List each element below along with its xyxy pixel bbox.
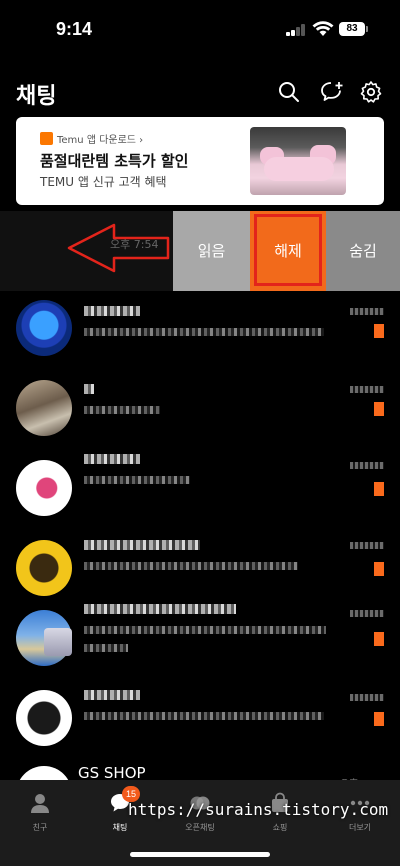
status-time: 9:14 <box>56 19 93 39</box>
ad-brand-row: Temu 앱 다운로드 › <box>40 131 143 146</box>
ad-banner[interactable]: Temu 앱 다운로드 › 품절대란템 초특가 할인 TEMU 앱 신규 고객 … <box>16 117 384 205</box>
chat-list-item[interactable] <box>0 292 400 372</box>
search-icon <box>279 82 299 102</box>
temu-logo-icon <box>40 132 53 145</box>
hide-button[interactable]: 숨김 <box>326 211 400 291</box>
person-icon <box>31 794 49 813</box>
avatar <box>16 460 72 516</box>
wifi-icon <box>312 21 334 36</box>
tab-label: 쇼핑 <box>272 823 288 832</box>
chat-list-item[interactable] <box>0 372 400 452</box>
ad-product-image <box>250 127 346 195</box>
chat-list-item[interactable] <box>0 682 400 762</box>
highlight-box <box>254 214 322 286</box>
page-title: 채팅 <box>16 84 57 109</box>
status-bar: 9:14 83 <box>0 0 400 58</box>
avatar <box>16 380 72 436</box>
avatar <box>16 300 72 356</box>
left-arrow-annotation-icon <box>67 223 170 273</box>
tab-label: 친구 <box>32 823 48 832</box>
ad-subtitle: TEMU 앱 신규 고객 혜택 <box>40 175 167 189</box>
avatar-secondary <box>44 628 72 656</box>
mark-read-button[interactable]: 읽음 <box>173 211 250 291</box>
avatar <box>16 690 72 746</box>
chat-list-item[interactable] <box>0 532 400 612</box>
chat-list-item[interactable] <box>0 452 400 532</box>
avatar <box>16 540 72 596</box>
home-indicator[interactable] <box>130 852 270 857</box>
settings-button[interactable] <box>359 80 383 104</box>
tab-label: 오픈채팅 <box>185 823 215 832</box>
tab-label: 채팅 <box>112 823 128 832</box>
new-chat-button[interactable] <box>320 80 344 104</box>
signal-icon <box>286 24 306 36</box>
search-button[interactable] <box>277 80 301 104</box>
gear-icon <box>360 81 382 103</box>
new-chat-icon <box>321 82 343 101</box>
ad-brand: Temu 앱 다운로드 › <box>57 135 144 146</box>
watermark-url: https://surains.tistory.com <box>128 800 389 819</box>
tab-friends[interactable]: 친구 <box>10 792 70 832</box>
battery-indicator: 83 <box>339 22 368 36</box>
tab-label: 더보기 <box>348 823 372 832</box>
chat-list-item[interactable] <box>0 602 400 682</box>
ad-title: 품절대란템 초특가 할인 <box>40 152 189 170</box>
